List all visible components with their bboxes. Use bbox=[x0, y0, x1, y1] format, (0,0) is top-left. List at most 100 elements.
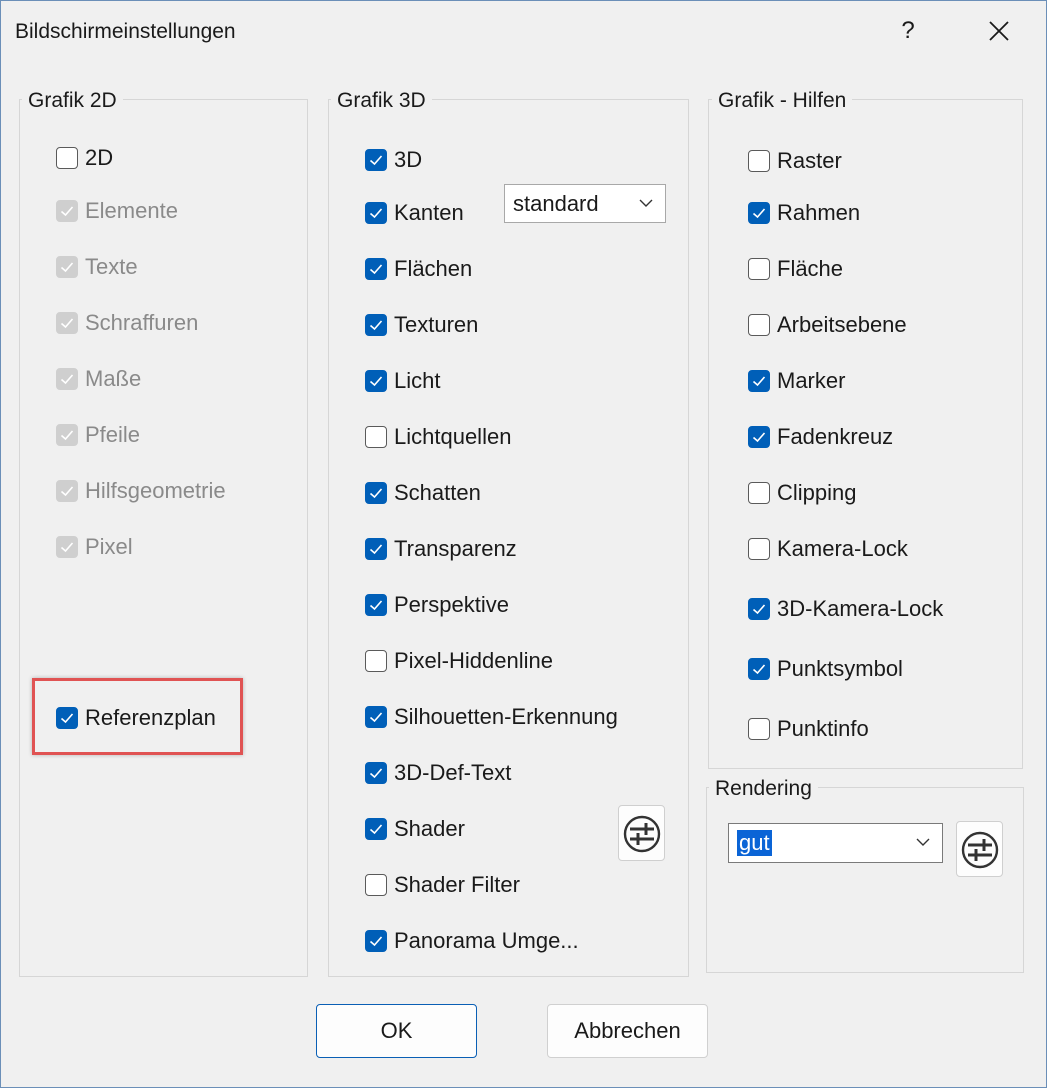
checkbox-box bbox=[56, 200, 78, 222]
checkbox-box bbox=[56, 256, 78, 278]
checkbox-box bbox=[748, 258, 770, 280]
checkmark-icon bbox=[369, 936, 383, 947]
checkbox-masse: Maße bbox=[56, 365, 141, 393]
checkbox-label: Punktinfo bbox=[777, 716, 869, 741]
checkbox-punktinfo[interactable]: Punktinfo bbox=[748, 715, 869, 743]
rendering-select-value: gut bbox=[737, 830, 772, 856]
group-grafik-3d-label: Grafik 3D bbox=[331, 89, 432, 113]
checkbox-label: 3D bbox=[394, 147, 423, 172]
checkbox-raster[interactable]: Raster bbox=[748, 147, 842, 175]
checkbox-box bbox=[365, 594, 387, 616]
checkbox-label: Licht bbox=[394, 368, 441, 393]
rendering-select[interactable]: gut bbox=[728, 823, 943, 863]
checkbox-box bbox=[365, 482, 387, 504]
checkmark-icon bbox=[369, 208, 383, 219]
checkbox-box bbox=[748, 718, 770, 740]
checkbox-label: Clipping bbox=[777, 480, 857, 505]
checkbox-label: Flächen bbox=[394, 256, 473, 281]
checkbox-label: Elemente bbox=[85, 198, 178, 223]
dialog-title: Bildschirmeinstellungen bbox=[15, 20, 236, 43]
checkbox-label: Pfeile bbox=[85, 422, 141, 447]
checkbox-box bbox=[56, 480, 78, 502]
close-button[interactable] bbox=[979, 13, 1019, 49]
checkbox-panorama-umge[interactable]: Panorama Umge... bbox=[365, 927, 579, 955]
checkbox-box bbox=[748, 482, 770, 504]
checkbox-3d[interactable]: 3D bbox=[365, 146, 422, 174]
checkbox-label: Panorama Umge... bbox=[394, 928, 579, 953]
checkbox-marker[interactable]: Marker bbox=[748, 367, 845, 395]
close-icon bbox=[989, 21, 1009, 41]
checkbox-punktsymbol[interactable]: Punktsymbol bbox=[748, 655, 903, 683]
checkbox-label: Arbeitsebene bbox=[777, 312, 907, 337]
checkbox-3d-kamera-lock[interactable]: 3D-Kamera-Lock bbox=[748, 595, 943, 623]
checkbox-box bbox=[365, 538, 387, 560]
checkbox-silhouetten-erkennung[interactable]: Silhouetten-Erkennung bbox=[365, 703, 618, 731]
checkbox-pixel-hiddenline[interactable]: Pixel-Hiddenline bbox=[365, 647, 553, 675]
checkbox-label: Texturen bbox=[394, 312, 479, 337]
checkbox-box bbox=[365, 706, 387, 728]
checkbox-schatten[interactable]: Schatten bbox=[365, 479, 481, 507]
checkbox-arbeitsebene[interactable]: Arbeitsebene bbox=[748, 311, 907, 339]
checkbox-kamera-lock[interactable]: Kamera-Lock bbox=[748, 535, 908, 563]
checkbox-lichtquellen[interactable]: Lichtquellen bbox=[365, 423, 511, 451]
checkbox-box bbox=[365, 202, 387, 224]
chevron-down-icon bbox=[639, 199, 653, 207]
checkmark-icon bbox=[369, 488, 383, 499]
checkbox-shader[interactable]: Shader bbox=[365, 815, 465, 843]
checkbox-transparenz[interactable]: Transparenz bbox=[365, 535, 517, 563]
checkmark-icon bbox=[60, 374, 74, 385]
checkbox-licht[interactable]: Licht bbox=[365, 367, 440, 395]
checkbox-box bbox=[365, 426, 387, 448]
checkbox-schraffuren: Schraffuren bbox=[56, 309, 198, 337]
checkbox-clipping[interactable]: Clipping bbox=[748, 479, 857, 507]
checkbox-label: Texte bbox=[85, 254, 138, 279]
cancel-button[interactable]: Abbrechen bbox=[547, 1004, 708, 1058]
checkbox-shader-filter[interactable]: Shader Filter bbox=[365, 871, 520, 899]
checkbox-perspektive[interactable]: Perspektive bbox=[365, 591, 509, 619]
checkmark-icon bbox=[369, 155, 383, 166]
checkbox-label: Rahmen bbox=[777, 200, 861, 225]
group-grafik-hilfen-label: Grafik - Hilfen bbox=[712, 89, 853, 113]
checkbox-box bbox=[365, 149, 387, 171]
checkbox-box bbox=[748, 314, 770, 336]
checkbox-pixel: Pixel bbox=[56, 533, 133, 561]
checkbox-kanten[interactable]: Kanten bbox=[365, 199, 464, 227]
kanten-select[interactable]: standard bbox=[504, 184, 666, 223]
checkmark-icon bbox=[752, 208, 766, 219]
checkbox-label: Shader Filter bbox=[394, 872, 520, 897]
checkbox-texturen[interactable]: Texturen bbox=[365, 311, 478, 339]
help-button[interactable]: ? bbox=[891, 13, 925, 49]
checkbox-label: Maße bbox=[85, 366, 142, 391]
checkmark-icon bbox=[752, 664, 766, 675]
checkbox-label: Kamera-Lock bbox=[777, 536, 908, 561]
settings-sliders-icon bbox=[623, 815, 661, 853]
checkmark-icon bbox=[752, 376, 766, 387]
checkmark-icon bbox=[60, 206, 74, 217]
checkbox-flaechen[interactable]: Flächen bbox=[365, 255, 472, 283]
checkmark-icon bbox=[60, 318, 74, 329]
checkbox-box bbox=[365, 314, 387, 336]
checkmark-icon bbox=[369, 768, 383, 779]
checkbox-label: Kanten bbox=[394, 200, 464, 225]
checkbox-referenzplan[interactable]: Referenzplan bbox=[56, 704, 216, 732]
checkbox-3d-def-text[interactable]: 3D-Def-Text bbox=[365, 759, 511, 787]
checkbox-fadenkreuz[interactable]: Fadenkreuz bbox=[748, 423, 893, 451]
rendering-settings-button[interactable] bbox=[956, 821, 1003, 877]
group-rendering bbox=[706, 787, 1024, 973]
checkmark-icon bbox=[60, 713, 74, 724]
checkmark-icon bbox=[369, 824, 383, 835]
checkmark-icon bbox=[752, 604, 766, 615]
checkbox-label: Transparenz bbox=[394, 536, 517, 561]
checkbox-2d[interactable]: 2D bbox=[56, 144, 113, 172]
checkbox-flaeche[interactable]: Fläche bbox=[748, 255, 843, 283]
ok-button[interactable]: OK bbox=[316, 1004, 477, 1058]
checkbox-label: Raster bbox=[777, 148, 842, 173]
dialog-window: Bildschirmeinstellungen ? Grafik 2D 2D El… bbox=[0, 0, 1047, 1088]
checkbox-label: 3D-Def-Text bbox=[394, 760, 512, 785]
title-bar: Bildschirmeinstellungen ? bbox=[1, 1, 1046, 63]
checkbox-box bbox=[748, 202, 770, 224]
checkbox-label: Hilfsgeometrie bbox=[85, 478, 226, 503]
checkbox-rahmen[interactable]: Rahmen bbox=[748, 199, 860, 227]
checkbox-label: Lichtquellen bbox=[394, 424, 512, 449]
shader-settings-button[interactable] bbox=[618, 805, 665, 861]
